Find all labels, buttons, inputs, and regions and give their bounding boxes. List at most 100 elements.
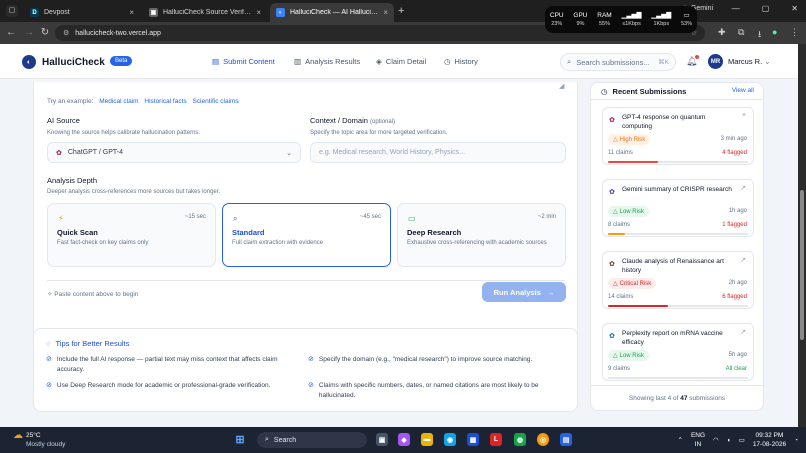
submission-item[interactable]: ✿ Perplexity report on mRNA vaccine effic… xyxy=(602,323,754,381)
search-input[interactable]: ⌕ Search submissions... ⌘K xyxy=(560,53,676,71)
tip-text: Use Deep Research mode for academic or p… xyxy=(56,382,271,389)
windows-start-icon[interactable]: ⊞ xyxy=(234,433,246,446)
textarea-resize-handle[interactable]: ◢ xyxy=(559,82,564,90)
submission-item[interactable]: ✿ Claude analysis of Renaissance art hist… xyxy=(602,251,754,309)
browser-tab-source-verification[interactable]: ▣ HalluciCheck Source Verificatio × xyxy=(143,3,267,22)
close-tab-icon[interactable]: × xyxy=(129,8,134,17)
browser-menu-dots-icon[interactable]: ⋮ xyxy=(790,27,799,38)
hint-row: ✧ Paste content above to begin xyxy=(47,290,138,298)
tip-item: ⊘ Include the full AI response — partial … xyxy=(46,355,296,375)
file-explorer-icon[interactable]: ▬ xyxy=(421,433,433,446)
new-tab-icon[interactable]: + xyxy=(398,5,404,17)
browser-tab-hallucicheck[interactable]: ◐ HalluciCheck — AI Hallucinatio × xyxy=(270,3,394,22)
copilot-icon[interactable]: ◆ xyxy=(398,433,410,446)
minimize-icon[interactable]: — xyxy=(732,4,740,13)
task-view-icon[interactable]: ▣ xyxy=(376,433,388,446)
browser-menu-icon[interactable]: ▢ xyxy=(6,5,18,17)
app-l-icon[interactable]: L xyxy=(490,433,502,446)
context-input[interactable]: e.g. Medical research, World History, Ph… xyxy=(310,142,566,163)
nav-submit-content[interactable]: ▤ Submit Content xyxy=(212,57,275,66)
perf-value: 9% xyxy=(576,20,585,27)
recent-submissions-card: ◷ Recent Submissions View all ✿ GPT-4 resp… xyxy=(590,82,764,411)
clock[interactable]: 09:32 PM 17-08-2026 xyxy=(753,431,786,449)
ai-source-icon: ✿ xyxy=(609,333,615,340)
notification-icon[interactable]: ◔ xyxy=(794,436,798,445)
edge-icon[interactable]: ◉ xyxy=(444,433,456,446)
profile-icon[interactable]: ● xyxy=(772,27,777,37)
depth-option-standard[interactable]: ⌕ ~45 sec Standard Full claim extraction… xyxy=(222,203,391,267)
submission-item[interactable]: ✿ Gemini summary of CRISPR research ↗ △ Low … xyxy=(602,179,754,237)
ai-source-select[interactable]: ✿ ChatGPT / GPT-4 ⌄ xyxy=(47,142,301,163)
extension-icon[interactable]: ✚ xyxy=(718,27,726,38)
back-icon[interactable]: ← xyxy=(4,27,18,38)
chrome-icon[interactable]: ◎ xyxy=(537,433,549,446)
depth-option-quick-scan[interactable]: ⚡︎ ~15 sec Quick Scan Fast fact-check on… xyxy=(47,203,216,267)
close-tab-icon[interactable]: × xyxy=(383,8,388,17)
risk-progress-fill xyxy=(608,305,669,307)
window-controls: — ▢ ✕ xyxy=(732,4,798,13)
footer-prefix: Showing last 4 of xyxy=(628,395,679,402)
claim-count: 8 claims xyxy=(608,222,631,228)
forward-icon[interactable]: → xyxy=(22,27,36,38)
ai-source-help: Knowing the source helps calibrate hallu… xyxy=(47,130,201,136)
maximize-icon[interactable]: ▢ xyxy=(762,4,770,13)
browser-tab-devpost[interactable]: D Devpost × xyxy=(24,3,140,22)
signal-icon: ▁▃▅▇ xyxy=(621,11,642,19)
user-menu[interactable]: Marcus R. ⌄ xyxy=(728,57,771,66)
claim-count: 14 claims xyxy=(608,294,634,300)
download-icon[interactable]: ⭳ xyxy=(758,27,761,43)
example-scientific-link[interactable]: Scientific claims xyxy=(192,98,238,105)
temperature: 25°C xyxy=(26,432,41,439)
close-icon[interactable]: × xyxy=(742,112,746,119)
submission-time: 3 min ago xyxy=(720,136,747,142)
taskbar-search[interactable]: ⌕ Search xyxy=(257,432,367,448)
claim-count: 9 claims xyxy=(608,366,631,372)
open-external-icon[interactable]: ↗ xyxy=(740,328,746,336)
chevron-up-icon[interactable]: ⌃ xyxy=(678,436,683,445)
depth-option-deep-research[interactable]: ▭ ~2 min Deep Research Exhaustive cross-… xyxy=(397,203,566,267)
view-all-link[interactable]: View all xyxy=(732,87,754,94)
perf-value: 53% xyxy=(681,20,693,27)
wifi-icon[interactable]: ◠ xyxy=(713,436,719,445)
taskbar-search-label: Search xyxy=(273,436,297,444)
depth-name: Deep Research xyxy=(407,228,462,237)
close-tab-icon[interactable]: × xyxy=(256,8,261,17)
hallucicheck-logo-icon[interactable]: ◐ xyxy=(22,55,36,69)
battery-icon[interactable]: ▭ xyxy=(739,436,745,445)
volume-icon[interactable]: ◖ xyxy=(727,436,731,445)
weather-widget[interactable]: ☁ 25°C Mostly cloudy xyxy=(13,431,65,449)
notification-bell-icon[interactable]: 🔔︎ xyxy=(686,55,700,67)
open-external-icon[interactable]: ↗ xyxy=(740,184,746,192)
nav-claim-detail[interactable]: ◈ Claim Detail xyxy=(376,57,426,66)
nav-label: Claim Detail xyxy=(385,57,427,66)
close-window-icon[interactable]: ✕ xyxy=(791,4,798,13)
performance-overlay: CPU 23% GPU 9% RAM 55% ▁▃▅▇ ≤1Kbps ▁▃▅▇ 1Kbps… xyxy=(545,6,697,33)
run-analysis-button[interactable]: Run Analysis → xyxy=(482,282,566,302)
check-circle-icon: ⊘ xyxy=(308,356,314,363)
app-icon[interactable]: ▦ xyxy=(467,433,479,446)
risk-progress-bar xyxy=(608,305,748,307)
submission-time: 1h ago xyxy=(728,208,747,214)
site-info-icon[interactable]: ⚙ xyxy=(63,29,69,37)
language-indicator[interactable]: ENG IN xyxy=(691,431,705,449)
footer-suffix: submissions xyxy=(689,395,726,402)
extensions-puzzle-icon[interactable]: ⧉ xyxy=(738,27,744,38)
example-medical-link[interactable]: Medical claim xyxy=(99,98,138,105)
lightbulb-icon: ◌ xyxy=(46,339,51,348)
open-external-icon[interactable]: ↗ xyxy=(740,256,746,264)
url-text: hallucicheck-two.vercel.app xyxy=(75,29,161,37)
avatar[interactable]: MR xyxy=(708,54,723,69)
risk-icon: △ xyxy=(613,209,618,215)
user-name: Marcus R. xyxy=(728,57,763,66)
nav-analysis-results[interactable]: ▥ Analysis Results xyxy=(294,57,360,66)
app-icon[interactable]: ▤ xyxy=(560,433,572,446)
whatsapp-icon[interactable]: ◍ xyxy=(514,433,526,446)
brand-name[interactable]: HalluciCheck xyxy=(42,57,105,68)
reload-icon[interactable]: ↻ xyxy=(38,27,52,38)
example-historical-link[interactable]: Historical facts xyxy=(144,98,186,105)
submission-item[interactable]: ✿ GPT-4 response on quantum computing × △ Hi… xyxy=(602,107,754,165)
submission-title: Gemini summary of CRISPR research xyxy=(622,186,732,193)
scrollbar-thumb[interactable] xyxy=(800,190,804,340)
perf-gpu: GPU 9% xyxy=(573,11,587,29)
nav-history[interactable]: ◷ History xyxy=(444,57,478,66)
